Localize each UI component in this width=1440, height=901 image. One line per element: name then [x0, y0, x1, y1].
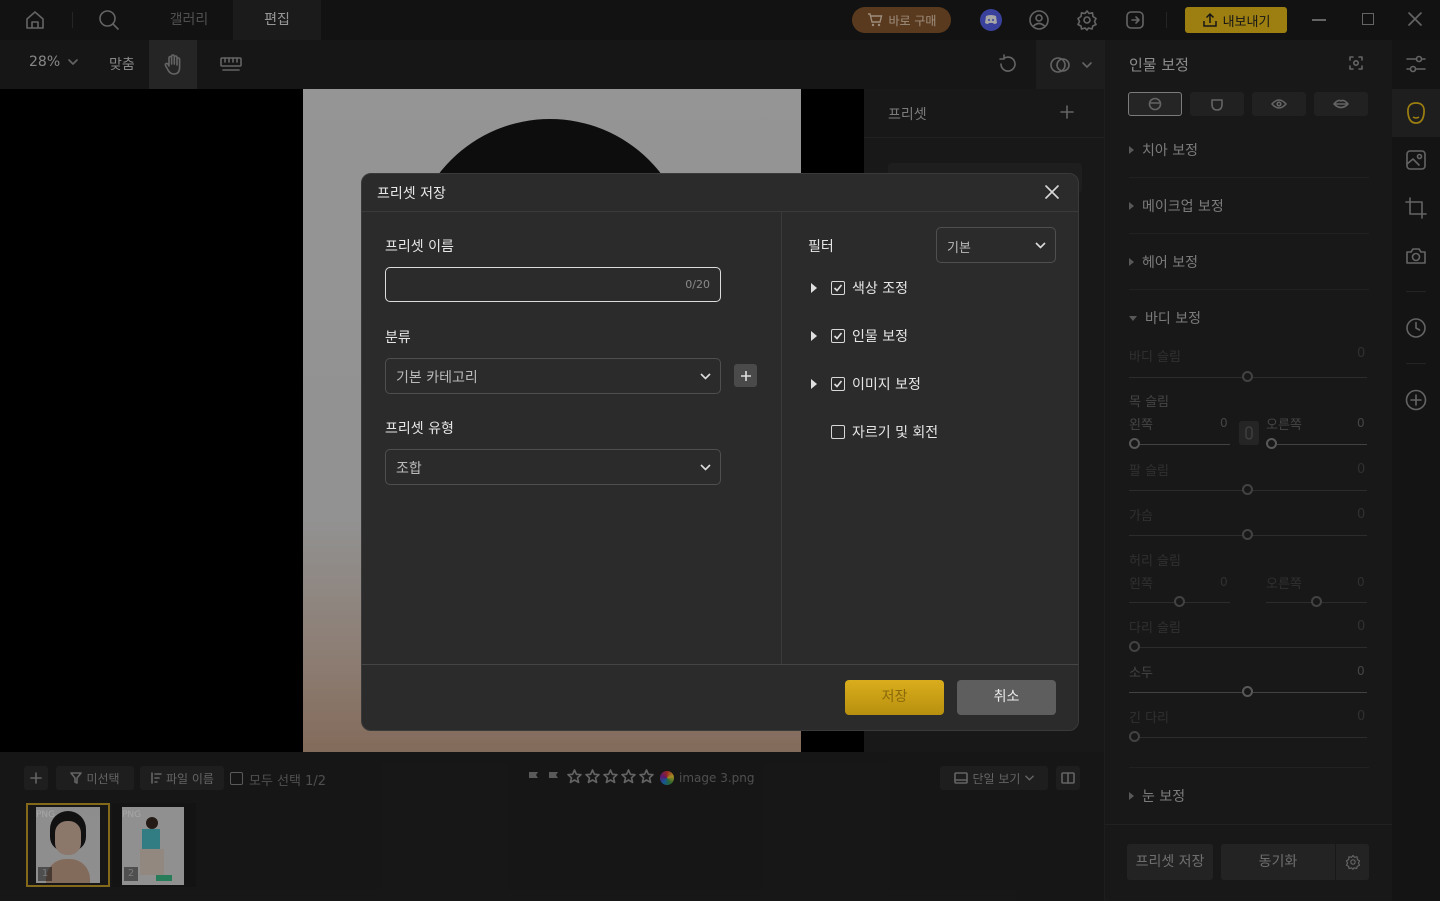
checkmark-icon — [833, 332, 843, 340]
filter-select[interactable]: 기본 — [936, 227, 1056, 263]
save-preset-dialog: 프리셋 저장 프리셋 이름 0/20 분류 기본 카테고리 프리셋 유형 조합 … — [361, 173, 1079, 731]
chevron-down-icon — [700, 464, 711, 471]
option-image-adjust[interactable]: 이미지 보정 — [811, 374, 921, 394]
expand-arrow-icon[interactable] — [811, 379, 817, 389]
filter-value: 기본 — [947, 241, 971, 256]
option-portrait-retouch-checkbox[interactable] — [831, 329, 845, 343]
preset-name-label: 프리셋 이름 — [385, 239, 454, 255]
expand-arrow-icon[interactable] — [811, 283, 817, 293]
add-category-button[interactable] — [734, 364, 757, 387]
dialog-title: 프리셋 저장 — [377, 186, 446, 202]
option-color-adjust[interactable]: 색상 조정 — [811, 278, 908, 298]
save-button[interactable]: 저장 — [845, 680, 944, 715]
cancel-button[interactable]: 취소 — [957, 680, 1056, 715]
preset-name-input[interactable]: 0/20 — [385, 267, 721, 302]
filter-label: 필터 — [808, 239, 834, 255]
option-image-adjust-checkbox[interactable] — [831, 377, 845, 391]
option-portrait-retouch-label: 인물 보정 — [852, 329, 908, 345]
option-portrait-retouch[interactable]: 인물 보정 — [811, 326, 908, 346]
option-color-adjust-checkbox[interactable] — [831, 281, 845, 295]
chevron-down-icon — [1035, 242, 1046, 249]
chevron-down-icon — [700, 373, 711, 380]
category-value: 기본 카테고리 — [396, 370, 478, 386]
checkmark-icon — [833, 380, 843, 388]
option-crop-rotate-checkbox[interactable] — [831, 425, 845, 439]
preset-type-label: 프리셋 유형 — [385, 421, 454, 437]
expand-arrow-icon[interactable] — [811, 331, 817, 341]
checkmark-icon — [833, 284, 843, 292]
plus-icon — [740, 370, 751, 381]
dialog-close-button[interactable] — [1045, 185, 1059, 199]
category-select[interactable]: 기본 카테고리 — [385, 358, 721, 394]
preset-type-value: 조합 — [396, 461, 422, 477]
preset-name-counter: 0/20 — [685, 278, 710, 291]
option-color-adjust-label: 색상 조정 — [852, 281, 908, 297]
close-icon — [1045, 185, 1059, 199]
option-image-adjust-label: 이미지 보정 — [852, 377, 921, 393]
option-crop-rotate-label: 자르기 및 회전 — [852, 425, 939, 441]
preset-type-select[interactable]: 조합 — [385, 449, 721, 485]
option-crop-rotate[interactable]: 자르기 및 회전 — [831, 422, 938, 442]
category-label: 분류 — [385, 330, 411, 346]
